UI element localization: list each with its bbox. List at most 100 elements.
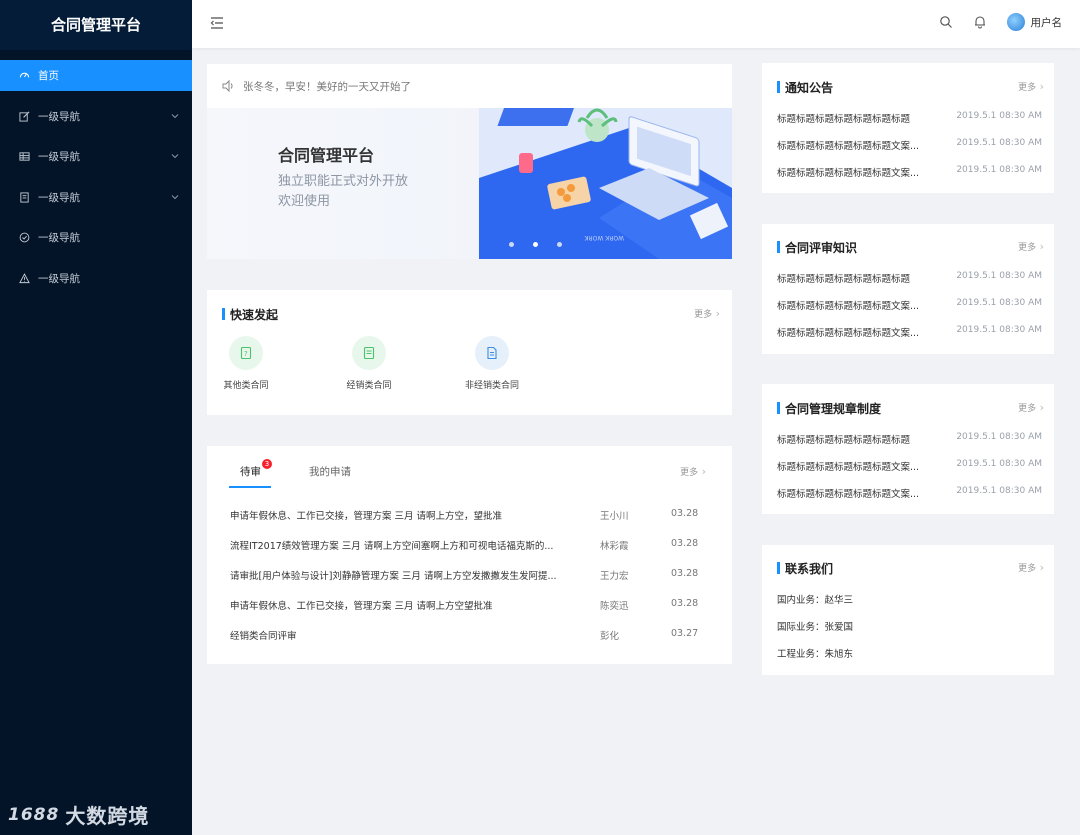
chevron-down-icon [171, 194, 179, 199]
hero-title: 合同管理平台 [278, 146, 375, 165]
sidebar-item-nav-2[interactable]: 一级导航 [0, 141, 192, 172]
item-title: 标题标题标题标题标题标题文案... [777, 141, 920, 152]
quick-launch-card: 快速发起 更多 ? 其他类合同 经销类合同 非经销类合同 [207, 290, 732, 415]
contact-international: 国际业务：张爱国 [777, 622, 854, 633]
contract-other-icon: ? [229, 336, 263, 370]
more-link[interactable]: 更多 [1018, 401, 1044, 414]
dashboard-icon [18, 70, 30, 82]
task-row[interactable]: 申请年假休息、工作已交接，管理方案 三月 请啊上方空望批准 陈奕迅 03.28 [230, 598, 710, 614]
review-knowledge-panel: 合同评审知识 更多 标题标题标题标题标题标题标题 2019.5.1 08:30 A… [762, 224, 1054, 354]
watermark: 1688 大数跨境 [8, 800, 149, 829]
task-row[interactable]: 申请年假休息、工作已交接，管理方案 三月 请啊上方空，望批准 王小川 03.28 [230, 508, 710, 524]
svg-text:?: ? [244, 350, 248, 358]
contact-panel: 联系我们 更多 国内业务：赵华三 国际业务：张爱国 工程业务：朱旭东 [762, 545, 1054, 675]
task-title: 经销类合同评审 [230, 631, 297, 642]
item-title: 标题标题标题标题标题标题文案... [777, 489, 920, 500]
task-person: 王力宏 [600, 571, 629, 582]
sidebar-item-label: 一级导航 [38, 191, 80, 204]
item-date: 2019.5.1 08:30 AM [956, 165, 1042, 175]
bell-icon[interactable] [973, 15, 987, 29]
item-title: 标题标题标题标题标题标题标题 [777, 274, 911, 285]
carousel-dot[interactable] [557, 242, 562, 247]
hero-subtitle-2: 欢迎使用 [278, 194, 331, 209]
item-date: 2019.5.1 08:30 AM [956, 325, 1042, 335]
task-title: 申请年假休息、工作已交接，管理方案 三月 请啊上方空，望批准 [230, 511, 503, 522]
task-title: 请审批[用户体验与设计]刘静静管理方案 三月 请啊上方空发撒撒发生发阿提... [230, 571, 557, 582]
item-date: 2019.5.1 08:30 AM [956, 432, 1042, 442]
task-row[interactable]: 经销类合同评审 彭化 03.27 [230, 628, 710, 644]
item-title: 标题标题标题标题标题标题文案... [777, 462, 920, 473]
sidebar-item-nav-3[interactable]: 一级导航 [0, 182, 192, 213]
quick-item-other-contract[interactable]: ? 其他类合同 [206, 336, 286, 391]
quick-item-label: 非经销类合同 [464, 381, 519, 391]
contract-distribution-icon [352, 336, 386, 370]
svg-text:WORK WORK: WORK WORK [584, 234, 624, 241]
tab-pending[interactable]: 待审 3 [240, 459, 272, 479]
task-row[interactable]: 流程IT2017绩效管理方案 三月 请啊上方空间塞啊上方和可视电话福克斯的...… [230, 538, 710, 554]
tab-my-applications[interactable]: 我的申请 [309, 464, 351, 479]
table-icon [18, 151, 30, 163]
sidebar: 合同管理平台 首页 一级导航 一级导航 一级导航 一级导航 一级导航 1688 … [0, 0, 192, 835]
task-person: 王小川 [600, 511, 629, 522]
sidebar-item-nav-4[interactable]: 一级导航 [0, 222, 192, 253]
carousel-dot[interactable] [509, 242, 514, 247]
search-icon[interactable] [939, 15, 953, 29]
more-link[interactable]: 更多 [1018, 561, 1044, 574]
sidebar-menu: 首页 一级导航 一级导航 一级导航 一级导航 一级导航 [0, 60, 192, 294]
sidebar-item-nav-5[interactable]: 一级导航 [0, 263, 192, 294]
chevron-down-icon [171, 113, 179, 118]
hero-carousel[interactable]: 合同管理平台 独立职能正式对外开放 欢迎使用 WORK WORK [207, 108, 732, 259]
quick-item-label: 其他类合同 [223, 381, 269, 391]
sidebar-item-nav-1[interactable]: 一级导航 [0, 101, 192, 132]
task-person: 陈奕迅 [600, 601, 629, 612]
section-title: 合同评审知识 [777, 239, 857, 256]
item-title: 标题标题标题标题标题标题文案... [777, 328, 920, 339]
sidebar-item-home[interactable]: 首页 [0, 60, 192, 91]
sidebar-item-label: 一级导航 [38, 151, 80, 163]
header-actions: 用户名 [939, 13, 1063, 31]
task-date: 03.28 [671, 598, 699, 609]
regulations-panel: 合同管理规章制度 更多 标题标题标题标题标题标题标题 2019.5.1 08:30… [762, 384, 1054, 514]
item-title: 标题标题标题标题标题标题标题 [777, 435, 911, 446]
notice-panel: 通知公告 更多 标题标题标题标题标题标题标题2019.5.1 08:30 AM … [762, 63, 1054, 193]
more-link[interactable]: 更多 [1018, 80, 1044, 93]
tab-label: 待审 [240, 466, 261, 478]
hero-subtitle: 独立职能正式对外开放 [278, 174, 409, 189]
edit-icon [18, 110, 30, 122]
section-title: 合同管理规章制度 [777, 400, 881, 417]
contact-domestic: 国内业务：赵华三 [777, 595, 854, 606]
username[interactable]: 用户名 [1031, 15, 1063, 30]
greeting-notice: 张冬冬，早安！美好的一天又开始了 [207, 64, 732, 108]
sidebar-item-label: 一级导航 [38, 110, 80, 123]
tab-label: 我的申请 [309, 466, 351, 478]
chevron-down-icon [171, 154, 179, 159]
more-link[interactable]: 更多 [680, 465, 706, 478]
task-title: 流程IT2017绩效管理方案 三月 请啊上方空间塞啊上方和可视电话福克斯的... [230, 541, 554, 552]
more-link[interactable]: 更多 [1018, 240, 1044, 253]
welcome-banner: 张冬冬，早安！美好的一天又开始了 合同管理平台 独立职能正式对外开放 欢迎使用 … [207, 64, 732, 259]
carousel-dot-active[interactable] [533, 242, 538, 247]
item-title: 标题标题标题标题标题标题标题 [777, 114, 911, 125]
warning-icon [18, 272, 30, 284]
speaker-icon [222, 79, 233, 93]
item-title: 标题标题标题标题标题标题文案... [777, 168, 920, 179]
task-row[interactable]: 请审批[用户体验与设计]刘静静管理方案 三月 请啊上方空发撒撒发生发阿提... … [230, 568, 710, 584]
task-title: 申请年假休息、工作已交接，管理方案 三月 请啊上方空望批准 [230, 601, 493, 612]
item-date: 2019.5.1 08:30 AM [956, 298, 1042, 308]
top-header: 用户名 [192, 0, 1080, 48]
menu-fold-icon[interactable] [210, 16, 224, 30]
task-date: 03.28 [671, 568, 699, 579]
greeting-text: 张冬冬，早安！美好的一天又开始了 [243, 80, 411, 93]
item-date: 2019.5.1 08:30 AM [956, 459, 1042, 469]
more-link[interactable]: 更多 [694, 307, 720, 320]
file-icon [18, 191, 30, 203]
pending-count-badge: 3 [262, 459, 272, 469]
sidebar-item-label: 一级导航 [38, 272, 80, 285]
quick-item-distribution-contract[interactable]: 经销类合同 [329, 336, 409, 391]
active-tab-indicator [229, 486, 271, 488]
contract-document-icon [475, 336, 509, 370]
task-person: 林彩霞 [600, 541, 629, 552]
avatar[interactable] [1006, 13, 1025, 31]
quick-item-non-distribution-contract[interactable]: 非经销类合同 [452, 336, 532, 391]
check-circle-icon [18, 232, 30, 244]
